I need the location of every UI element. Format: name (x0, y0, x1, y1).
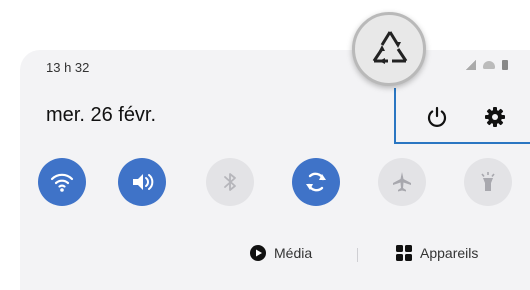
play-icon (250, 245, 266, 261)
media-label: Média (274, 245, 313, 261)
media-button[interactable]: Média (250, 245, 312, 261)
gear-icon[interactable] (483, 105, 507, 129)
power-icon[interactable] (425, 105, 449, 129)
tile-wifi[interactable] (38, 158, 86, 206)
bottom-separator (357, 248, 358, 262)
signal-icon (466, 60, 476, 70)
auto-rotate-icon (306, 172, 326, 192)
flashlight-icon (481, 172, 495, 191)
wifi-icon (50, 173, 74, 192)
recycle-icon (372, 31, 408, 64)
tile-auto-rotate[interactable] (292, 158, 340, 206)
tile-bluetooth[interactable] (206, 158, 254, 206)
status-time: 13 h 32 (46, 60, 90, 75)
tile-airplane-mode[interactable] (378, 158, 426, 206)
devices-grid-icon (396, 245, 412, 261)
wifi-status-icon (483, 61, 495, 69)
status-icons (466, 60, 508, 70)
airplane-icon (393, 172, 411, 192)
sound-icon (133, 174, 154, 190)
tile-flashlight[interactable] (464, 158, 512, 206)
date-label: mer. 26 févr. (46, 104, 157, 126)
highlight-callout (394, 88, 530, 144)
bluetooth-icon (224, 173, 236, 191)
recycle-badge (352, 12, 426, 86)
devices-button[interactable]: Appareils (396, 245, 478, 261)
battery-icon (502, 60, 508, 70)
devices-label: Appareils (420, 245, 479, 261)
tile-sound[interactable] (118, 158, 166, 206)
